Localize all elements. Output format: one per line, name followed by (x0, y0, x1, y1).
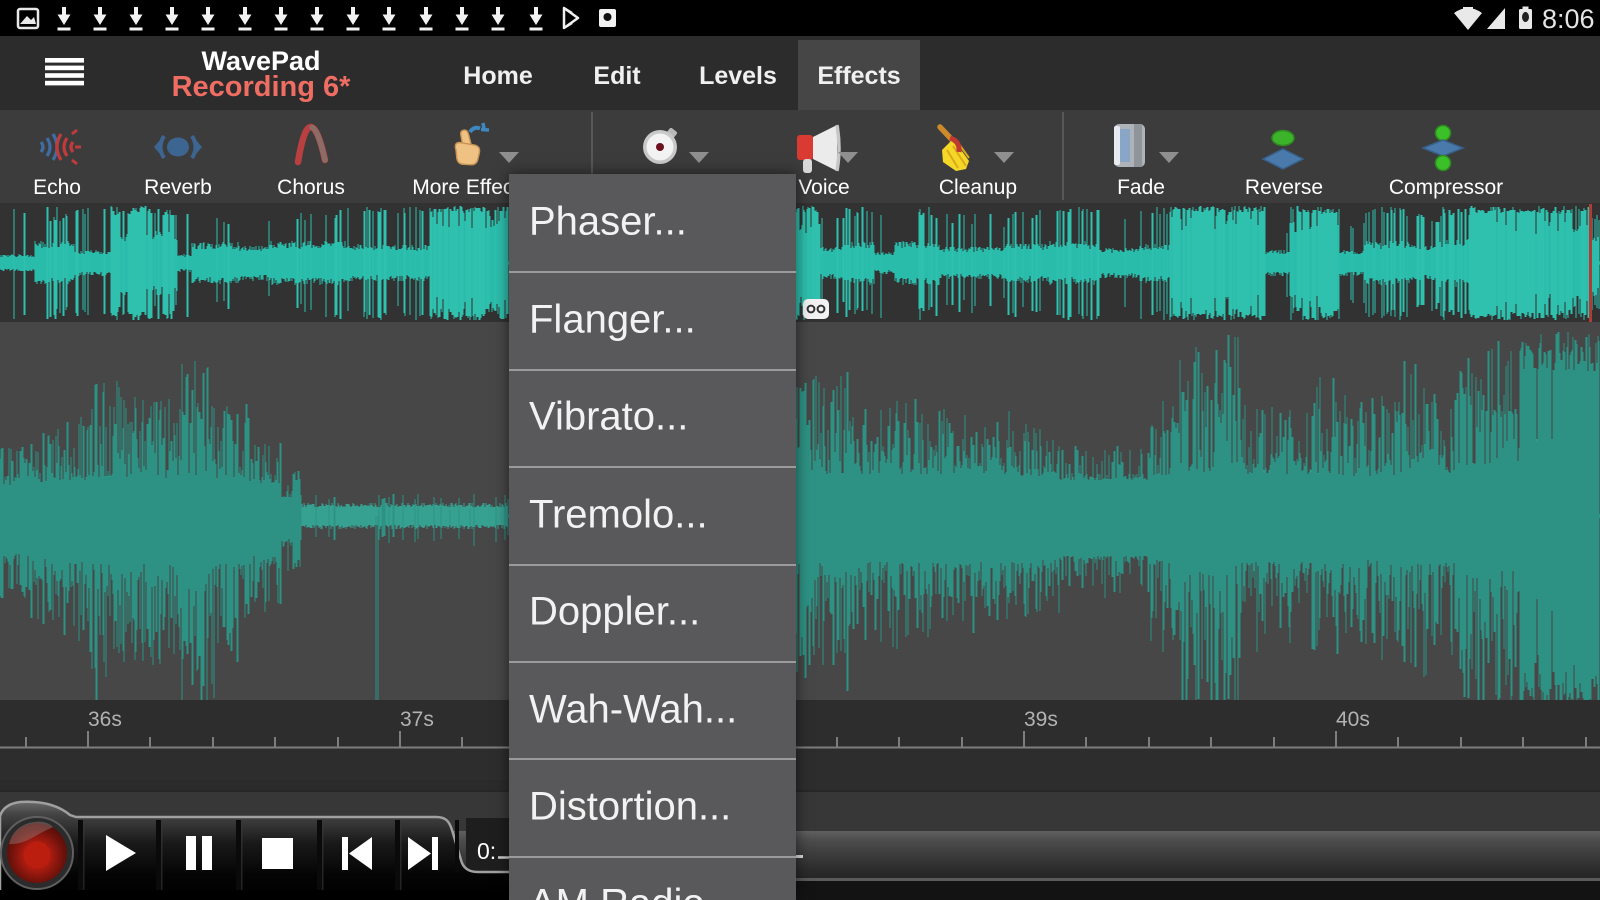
svg-text:0:: 0: (477, 838, 496, 864)
